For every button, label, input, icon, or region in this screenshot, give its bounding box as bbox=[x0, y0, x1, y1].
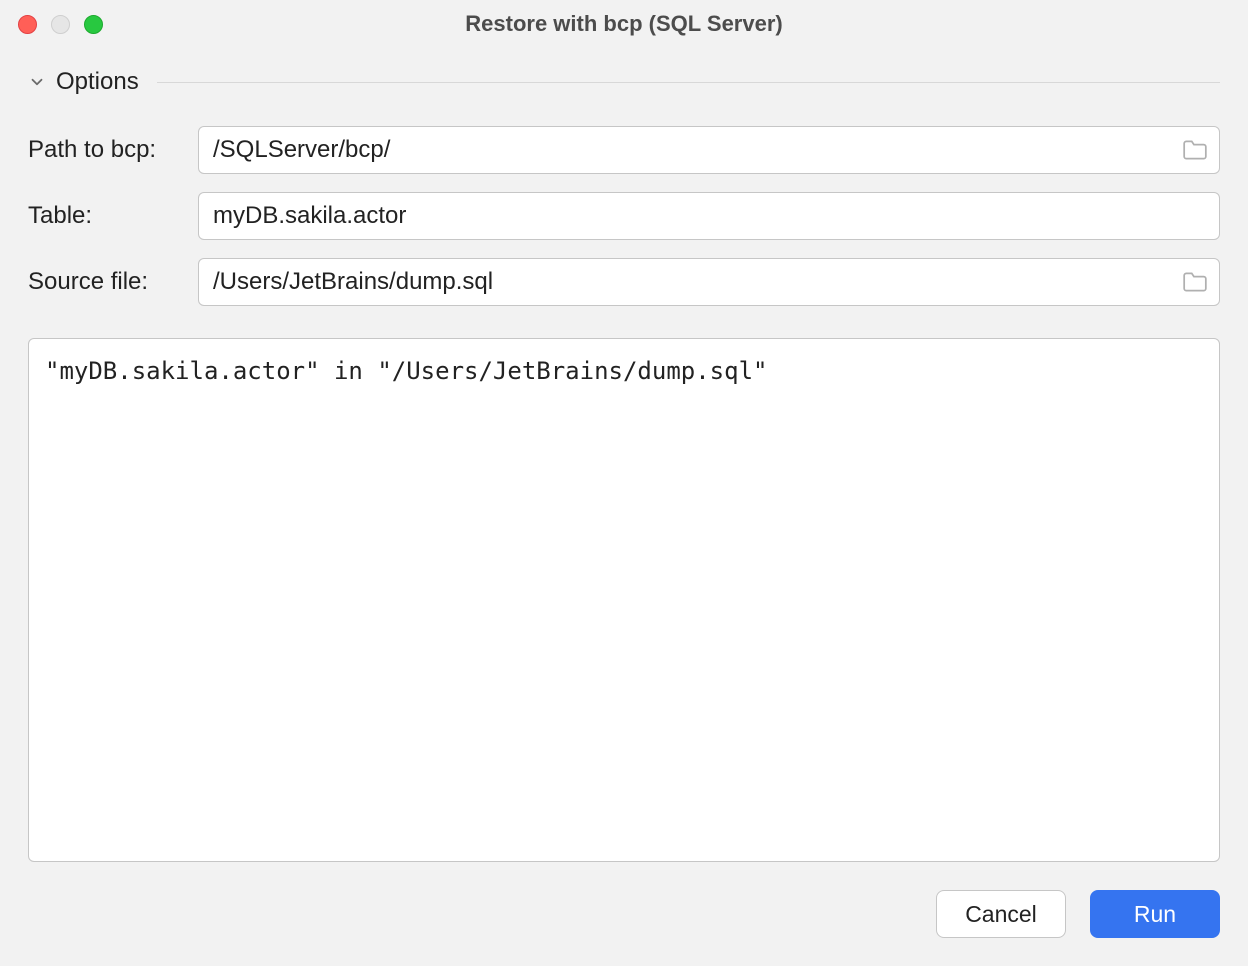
options-section-title: Options bbox=[56, 68, 139, 96]
dialog-button-row: Cancel Run bbox=[28, 890, 1220, 938]
table-label: Table: bbox=[28, 202, 184, 230]
command-preview[interactable]: "myDB.sakila.actor" in "/Users/JetBrains… bbox=[28, 338, 1220, 862]
path-to-bcp-row: Path to bcp: bbox=[28, 126, 1220, 174]
dialog-content: Options Path to bcp: Table: Source file: bbox=[0, 48, 1248, 966]
close-icon[interactable] bbox=[18, 15, 37, 34]
folder-icon[interactable] bbox=[1182, 138, 1208, 162]
minimize-icon[interactable] bbox=[51, 15, 70, 34]
path-to-bcp-label: Path to bcp: bbox=[28, 136, 184, 164]
dialog-window: Restore with bcp (SQL Server) Options Pa… bbox=[0, 0, 1248, 966]
source-file-row: Source file: bbox=[28, 258, 1220, 306]
options-section-header[interactable]: Options bbox=[28, 60, 1220, 108]
chevron-down-icon bbox=[28, 73, 46, 91]
table-row: Table: bbox=[28, 192, 1220, 240]
maximize-icon[interactable] bbox=[84, 15, 103, 34]
cancel-button[interactable]: Cancel bbox=[936, 890, 1066, 938]
path-to-bcp-input[interactable] bbox=[198, 126, 1220, 174]
window-title: Restore with bcp (SQL Server) bbox=[0, 11, 1248, 37]
run-button[interactable]: Run bbox=[1090, 890, 1220, 938]
source-file-input-wrap bbox=[198, 258, 1220, 306]
table-input[interactable] bbox=[198, 192, 1220, 240]
traffic-lights bbox=[18, 15, 103, 34]
path-to-bcp-input-wrap bbox=[198, 126, 1220, 174]
titlebar: Restore with bcp (SQL Server) bbox=[0, 0, 1248, 48]
folder-icon[interactable] bbox=[1182, 270, 1208, 294]
source-file-input[interactable] bbox=[198, 258, 1220, 306]
source-file-label: Source file: bbox=[28, 268, 184, 296]
